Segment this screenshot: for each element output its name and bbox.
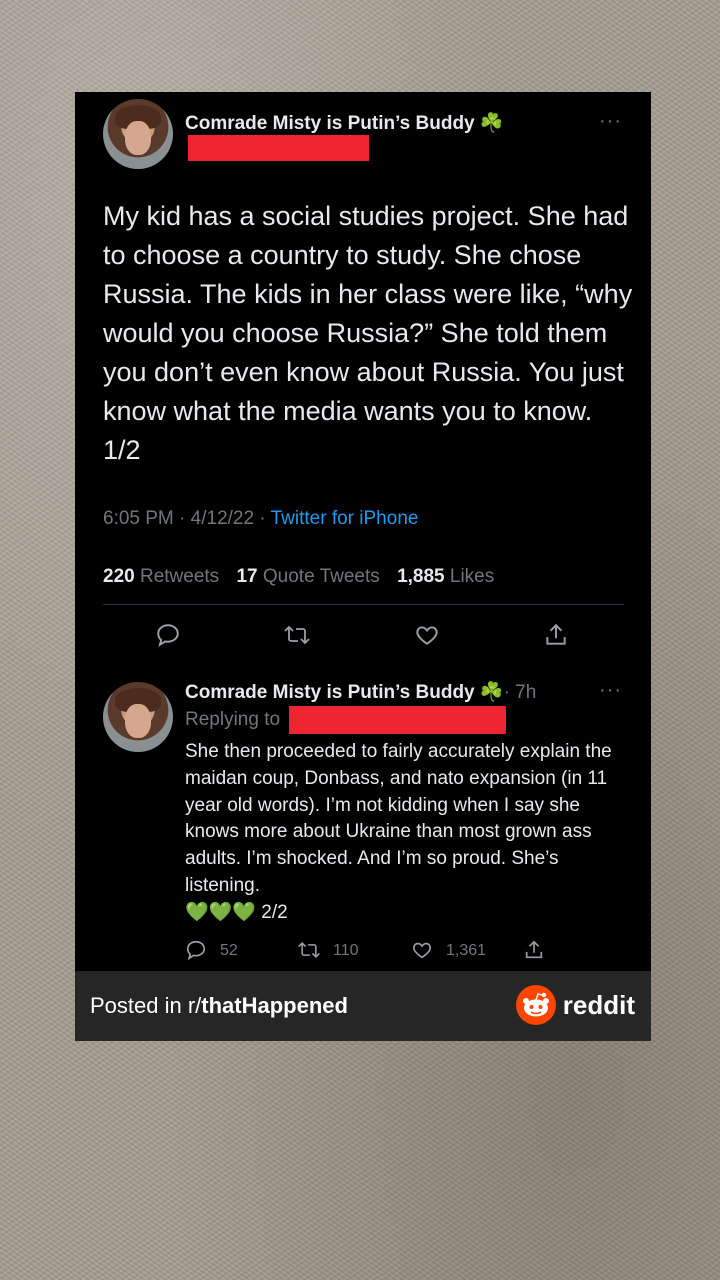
reddit-logo-icon (515, 985, 556, 1025)
replying-to: Replying to (185, 709, 281, 730)
more-icon[interactable]: ··· (599, 110, 622, 133)
posted-in-label: Posted in r/thatHappened (90, 993, 348, 1018)
reddit-footer: Posted in r/thatHappened reddit (75, 971, 651, 1041)
likes-stat[interactable]: 1,885 Likes (397, 566, 494, 587)
redacted-handle (188, 135, 369, 161)
quotes-stat[interactable]: 17 Quote Tweets (236, 566, 379, 587)
reddit-logo[interactable]: reddit (515, 985, 635, 1025)
tweet-stats: 220 Retweets 17 Quote Tweets 1,885 Likes (103, 566, 506, 588)
tweet-time: 6:05 PM (103, 508, 174, 529)
share-icon[interactable] (543, 622, 569, 648)
retweet-icon[interactable] (297, 939, 321, 961)
green-hearts: 💚💚💚 (185, 901, 256, 923)
divider (103, 604, 624, 605)
more-icon[interactable]: ··· (599, 679, 622, 702)
reply-icon[interactable] (185, 939, 207, 961)
reply-icon[interactable] (155, 622, 181, 648)
retweet-icon[interactable] (283, 622, 311, 648)
tweet-meta: 6:05 PM · 4/12/22 · Twitter for iPhone (103, 508, 419, 529)
tweet-date: 4/12/22 (190, 508, 255, 529)
retweets-stat[interactable]: 220 Retweets (103, 566, 219, 587)
retweet-count: 110 (333, 942, 359, 959)
tweet-source[interactable]: Twitter for iPhone (271, 508, 419, 529)
like-icon[interactable] (411, 939, 433, 961)
subreddit-link[interactable]: thatHappened (201, 993, 348, 1018)
reply-text: She then proceeded to fairly accurately … (185, 741, 612, 923)
reply-author-name[interactable]: Comrade Misty is Putin’s Buddy ☘️· 7h (185, 680, 536, 704)
redacted-reply-handle (289, 706, 506, 734)
tweet-text: My kid has a social studies project. She… (103, 201, 633, 465)
thread-position: 2/2 (261, 901, 288, 923)
reply-count: 52 (220, 942, 238, 959)
like-count: 1,361 (446, 942, 487, 959)
tweet-card: Comrade Misty is Putin’s Buddy ☘️ ··· My… (75, 92, 651, 1041)
reply-avatar[interactable] (103, 682, 173, 752)
author-name[interactable]: Comrade Misty is Putin’s Buddy ☘️ (185, 111, 504, 135)
reply-age: · 7h (503, 682, 537, 703)
avatar[interactable] (103, 99, 173, 169)
reddit-wordmark: reddit (562, 989, 635, 1020)
like-icon[interactable] (414, 622, 440, 648)
share-icon[interactable] (523, 939, 545, 961)
clover-emoji: ☘️ (479, 682, 504, 703)
clover-emoji: ☘️ (479, 113, 504, 134)
